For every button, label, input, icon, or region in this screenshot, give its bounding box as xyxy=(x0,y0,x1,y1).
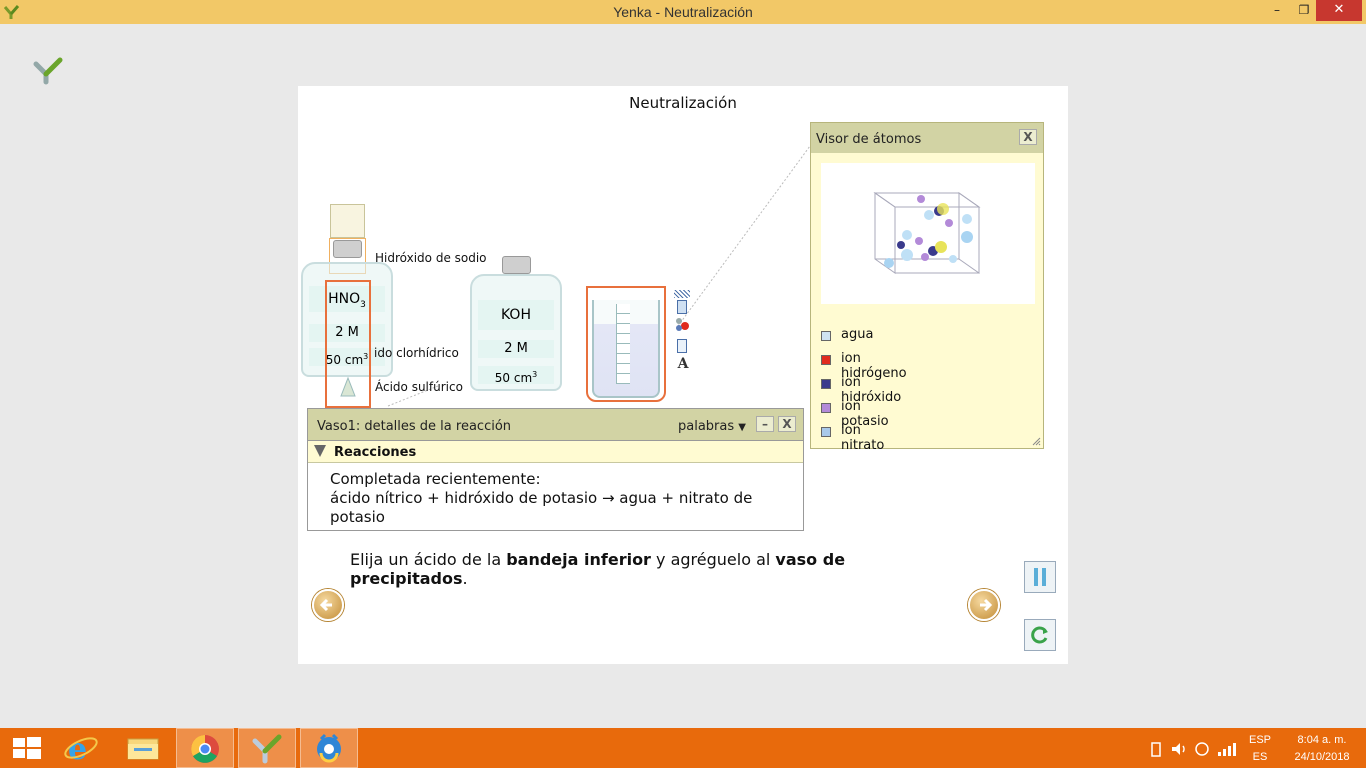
beaker-data-icon[interactable] xyxy=(677,339,687,353)
app-ring-icon xyxy=(317,733,341,763)
panel-title: Neutralización xyxy=(629,94,737,112)
reactions-section-title: Reacciones xyxy=(334,445,417,460)
bottle-koh[interactable]: KOH 2 M 50 cm3 xyxy=(470,256,562,391)
molecule-box-icon xyxy=(873,192,981,274)
legend-swatch xyxy=(821,331,831,341)
instruction-part: . xyxy=(462,569,468,588)
beaker-tools: A xyxy=(674,290,692,380)
reaction-details-panel: Vaso1: detalles de la reacción palabras … xyxy=(307,408,804,531)
instruction-part: y agréguelo al xyxy=(650,550,776,569)
legend-swatch xyxy=(821,403,831,413)
legend-label: ion nitrato xyxy=(841,423,885,453)
reactions-section-header[interactable]: Reacciones xyxy=(308,441,803,463)
reaction-details-body: Completada recientemente: ácido nítrico … xyxy=(330,470,800,527)
bottle-concentration: 2 M xyxy=(478,340,554,358)
beaker[interactable] xyxy=(586,286,666,402)
minimize-button[interactable]: – xyxy=(1262,0,1292,22)
clock-date[interactable]: 24/10/2018 xyxy=(1284,751,1360,763)
beaker-glass xyxy=(592,300,660,398)
restore-button[interactable]: ❐ xyxy=(1289,0,1319,22)
collapse-triangle-icon[interactable] xyxy=(314,445,326,457)
reaction-details-minimize-button[interactable]: – xyxy=(756,416,774,432)
bottle-volume-value: 50 cm xyxy=(494,371,533,385)
arrow-left-icon xyxy=(319,598,332,612)
label-sulfuric-acid[interactable]: Ácido sulfúrico xyxy=(375,380,463,394)
reaction-details-close-button[interactable]: X xyxy=(778,416,796,432)
instruction-part: Elija un ácido de la xyxy=(350,550,507,569)
atom-viewer-title: Visor de átomos xyxy=(816,132,922,147)
internet-explorer-icon: e xyxy=(64,732,98,767)
legend-swatch xyxy=(821,379,831,389)
atom-viewer: Visor de átomos X agua ion hidrógeno ion… xyxy=(810,122,1044,453)
reset-button[interactable] xyxy=(1024,619,1056,651)
next-button[interactable] xyxy=(968,589,1000,621)
instruction-bold: bandeja inferior xyxy=(506,550,651,569)
title-bar: Yenka - Neutralización – ❐ ✕ xyxy=(0,0,1366,24)
bottle-formula: KOH xyxy=(478,300,554,330)
start-button[interactable] xyxy=(0,728,58,768)
reaction-equation: ácido nítrico + hidróxido de potasio → a… xyxy=(330,489,753,526)
thermometer-icon[interactable] xyxy=(677,300,687,314)
taskbar-file-explorer[interactable] xyxy=(114,728,172,768)
text-tool-icon[interactable]: A xyxy=(674,356,692,372)
window-title: Yenka - Neutralización xyxy=(613,4,753,20)
pause-button[interactable] xyxy=(1024,561,1056,593)
chevron-down-icon: ▼ xyxy=(738,422,746,433)
pause-icon xyxy=(1034,568,1046,586)
bottle-cap xyxy=(502,256,531,274)
svg-text:e: e xyxy=(68,732,87,767)
arrow-right-icon xyxy=(980,598,993,612)
taskbar-internet-explorer[interactable]: e xyxy=(52,728,110,768)
reaction-details-header[interactable]: Vaso1: detalles de la reacción palabras … xyxy=(308,409,803,441)
taskbar-app[interactable] xyxy=(300,728,358,768)
reaction-details-title: Vaso1: detalles de la reacción xyxy=(317,419,512,434)
legend-swatch xyxy=(821,355,831,365)
clock-time[interactable]: 8:04 a. m. xyxy=(1284,734,1360,746)
system-tray-icons[interactable] xyxy=(1150,740,1240,758)
yenka-icon xyxy=(252,734,282,764)
language-indicator-top[interactable]: ESP xyxy=(1244,734,1276,746)
taskbar-chrome[interactable] xyxy=(176,728,234,768)
view-mode-value: palabras xyxy=(678,419,735,434)
legend-swatch xyxy=(821,427,831,437)
refresh-icon xyxy=(1031,626,1048,644)
atom-viewer-canvas[interactable] xyxy=(821,163,1035,304)
resize-grip-icon[interactable] xyxy=(1031,436,1041,446)
beaker-scale xyxy=(616,304,630,384)
instruction-text: Elija un ácido de la bandeja inferior y … xyxy=(350,550,910,588)
hatch-icon[interactable] xyxy=(674,290,690,298)
close-button[interactable]: ✕ xyxy=(1316,0,1362,21)
bottle-volume-unit: 3 xyxy=(532,370,538,379)
windows-logo-icon xyxy=(13,737,41,759)
taskbar: e ESP ES 8:04 a. m. 24/10/2018 xyxy=(0,728,1366,768)
label-hydrochloric-acid[interactable]: ido clorhídrico xyxy=(374,346,459,360)
atom-viewer-close-button[interactable]: X xyxy=(1019,129,1037,145)
chrome-icon xyxy=(191,735,219,763)
previous-button[interactable] xyxy=(312,589,344,621)
view-mode-select[interactable]: palabras ▼ xyxy=(678,419,746,434)
folder-icon xyxy=(127,738,159,760)
language-indicator-bottom[interactable]: ES xyxy=(1244,751,1276,763)
dropper-tube xyxy=(330,204,365,238)
legend-label: agua xyxy=(841,327,874,342)
taskbar-yenka[interactable] xyxy=(238,728,296,768)
yenka-logo-icon[interactable] xyxy=(32,54,64,86)
atoms-icon[interactable] xyxy=(674,316,690,332)
atom-viewer-header[interactable]: Visor de átomos X xyxy=(811,123,1043,153)
reaction-status: Completada recientemente: xyxy=(330,470,541,488)
bottle-volume: 50 cm3 xyxy=(478,366,554,385)
funnel-icon xyxy=(340,376,356,397)
